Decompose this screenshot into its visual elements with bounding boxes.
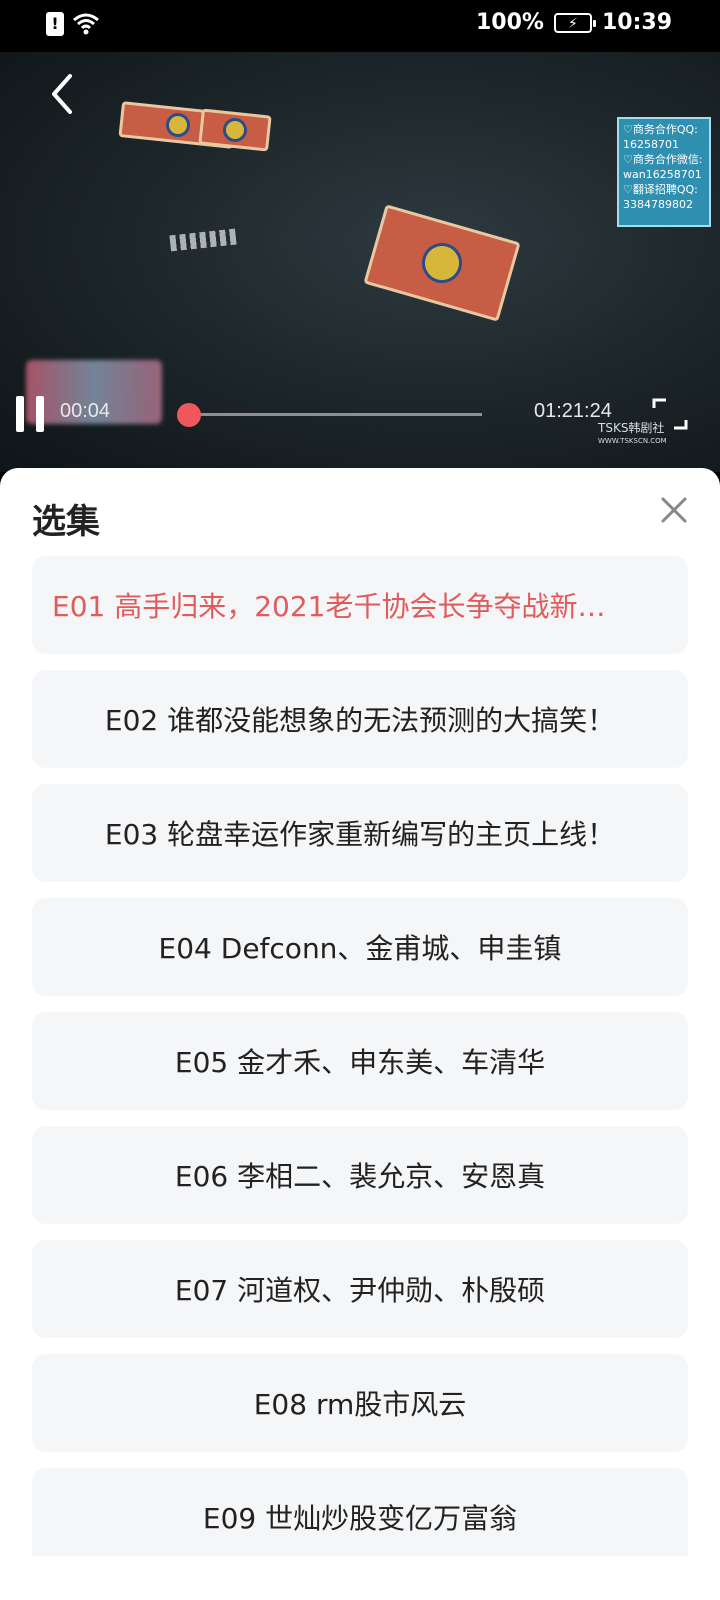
status-bar: 100% ⚡ 10:39 (0, 0, 720, 52)
episode-label: E01 高手归来，2021老千协会长争夺战新… (52, 590, 606, 623)
episode-sheet: 选集 E01 高手归来，2021老千协会长争夺战新… E02 谁都没能想象的无法… (0, 468, 720, 1600)
current-time: 00:04 (60, 400, 111, 422)
seek-thumb[interactable] (176, 403, 201, 427)
back-button[interactable] (44, 70, 84, 118)
episode-item[interactable]: E04 Defconn、金甫城、申圭镇 (32, 898, 688, 996)
video-frame-card (363, 204, 521, 322)
ad-line: 3384789802 (623, 198, 693, 211)
episode-item[interactable]: E07 河道权、尹仲勋、朴殷硕 (32, 1240, 688, 1338)
wifi-icon (73, 13, 99, 35)
back-arrow-icon (52, 74, 72, 114)
watermark: TSKS韩剧社 WWW.TSKSCN.COM (598, 422, 667, 447)
video-player[interactable]: ♡商务合作QQ: 16258701 ♡商务合作微信: wan16258701 ♡… (0, 52, 720, 472)
duration: 01:21:24 (534, 400, 612, 422)
sheet-title: 选集 (32, 502, 100, 542)
close-button[interactable] (659, 495, 689, 525)
battery-percent: 100% (476, 10, 544, 35)
pause-icon (16, 396, 24, 432)
episode-label: E07 河道权、尹仲勋、朴殷硕 (174, 1274, 546, 1307)
pause-button[interactable] (16, 396, 46, 432)
episode-label: E08 rm股市风云 (253, 1388, 467, 1421)
overlay-ad-box: ♡商务合作QQ: 16258701 ♡商务合作微信: wan16258701 ♡… (617, 117, 711, 227)
ad-line: ♡商务合作微信: (623, 153, 703, 166)
episode-label: E04 Defconn、金甫城、申圭镇 (158, 932, 562, 965)
watermark-text: TSKS韩剧社 (598, 421, 665, 435)
ad-line: wan16258701 (623, 168, 702, 181)
video-frame-card (198, 108, 272, 152)
episode-item[interactable]: E08 rm股市风云 (32, 1354, 688, 1452)
close-icon (661, 497, 687, 523)
ad-line: ♡商务合作QQ: (623, 123, 698, 136)
seek-bar[interactable] (188, 413, 482, 416)
episode-item[interactable]: E05 金才禾、申东美、车清华 (32, 1012, 688, 1110)
episode-item[interactable]: E01 高手归来，2021老千协会长争夺战新… (32, 556, 688, 654)
episode-item[interactable]: E09 世灿炒股变亿万富翁 (32, 1468, 688, 1556)
episode-label: E05 金才禾、申东美、车清华 (174, 1046, 546, 1079)
episode-label: E06 李相二、裴允京、安恩真 (174, 1160, 546, 1193)
episode-item[interactable]: E06 李相二、裴允京、安恩真 (32, 1126, 688, 1224)
battery-charging-icon: ⚡ (553, 12, 596, 33)
sim-alert-icon (46, 12, 64, 36)
ad-line: 16258701 (623, 138, 679, 151)
episode-item[interactable]: E03 轮盘幸运作家重新编写的主页上线！ (32, 784, 688, 882)
episode-label: E09 世灿炒股变亿万富翁 (202, 1502, 518, 1535)
episode-item[interactable]: E02 谁都没能想象的无法预测的大搞笑！ (32, 670, 688, 768)
bottom-strip (0, 1556, 720, 1600)
ad-line: ♡翻译招聘QQ: (623, 183, 698, 196)
clock: 10:39 (601, 10, 672, 35)
episode-label: E02 谁都没能想象的无法预测的大搞笑！ (104, 704, 616, 737)
episode-list[interactable]: E01 高手归来，2021老千协会长争夺战新… E02 谁都没能想象的无法预测的… (32, 556, 688, 1556)
watermark-url: WWW.TSKSCN.COM (598, 437, 667, 445)
episode-label: E03 轮盘幸运作家重新编写的主页上线！ (104, 818, 616, 851)
video-frame-debris (169, 228, 237, 252)
